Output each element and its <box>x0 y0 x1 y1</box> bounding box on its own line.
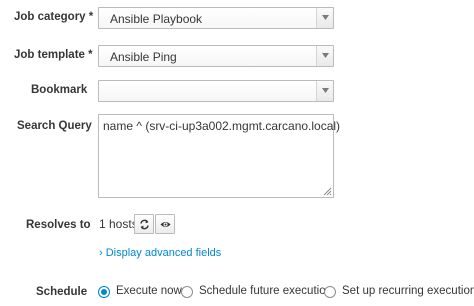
chevron-down-icon <box>322 88 329 93</box>
dropdown-arrow[interactable] <box>316 81 333 101</box>
eye-icon <box>160 222 171 227</box>
radio-execute-now[interactable] <box>98 286 110 298</box>
chevron-down-icon <box>322 15 329 20</box>
dropdown-arrow[interactable] <box>316 8 333 28</box>
job-category-value: Ansible Playbook <box>110 12 203 26</box>
refresh-button[interactable] <box>134 214 154 234</box>
preview-hosts-button[interactable] <box>155 214 175 234</box>
search-query-input[interactable]: name ^ (srv-ci-up3a002.mgmt.carcano.loca… <box>98 114 340 198</box>
bookmark-select[interactable] <box>98 80 334 102</box>
job-category-select[interactable]: Ansible Playbook <box>98 7 334 29</box>
job-template-select[interactable]: Ansible Ping <box>98 45 334 67</box>
resize-grip-icon[interactable] <box>323 187 332 196</box>
job-category-label: Job category * <box>14 11 94 23</box>
refresh-icon <box>140 219 149 230</box>
dropdown-arrow[interactable] <box>316 46 333 66</box>
search-query-value: name ^ (srv-ci-up3a002.mgmt.carcano.loca… <box>103 119 341 133</box>
recurring-label: Set up recurring execution <box>342 285 474 297</box>
bookmark-label: Bookmark <box>31 84 88 96</box>
resolves-to-label: Resolves to <box>26 219 91 231</box>
radio-recurring[interactable] <box>324 286 336 298</box>
schedule-label: Schedule <box>36 286 88 298</box>
search-query-label: Search Query <box>17 120 92 132</box>
job-template-label: Job template * <box>14 49 93 61</box>
execute-now-label: Execute now <box>116 285 182 297</box>
job-template-value: Ansible Ping <box>110 50 177 64</box>
display-advanced-fields-link[interactable]: › Display advanced fields <box>99 247 221 259</box>
schedule-future-label: Schedule future execution <box>199 285 332 297</box>
radio-schedule-future[interactable] <box>181 286 193 298</box>
hosts-count: 1 hosts <box>99 217 138 231</box>
chevron-down-icon <box>322 53 329 58</box>
